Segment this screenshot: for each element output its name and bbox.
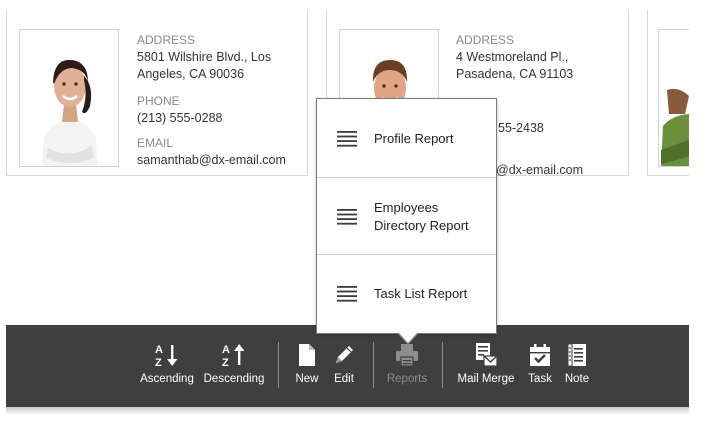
menu-item-label: Employees Directory Report: [374, 200, 469, 233]
email-label: EMAIL: [137, 136, 174, 150]
toolbar-separator: [278, 342, 279, 388]
menu-item-label: Task List Report: [374, 286, 468, 301]
svg-text:A: A: [155, 344, 163, 356]
note-label: Note: [564, 373, 590, 385]
calendar-check-icon: [524, 341, 556, 369]
reports-label: Reports: [386, 373, 428, 385]
employee-photo: [658, 29, 689, 167]
toolbar-shadow: [6, 407, 689, 415]
toolbar-separator: [442, 342, 443, 388]
note-button[interactable]: Note: [561, 341, 593, 391]
new-label: New: [295, 373, 319, 385]
pencil-icon: [328, 341, 360, 369]
mail-merge-label: Mail Merge: [457, 373, 515, 385]
toolbar-separator: [373, 342, 374, 388]
menu-item-profile-report[interactable]: Profile Report: [317, 119, 496, 159]
address-line-2: Angeles, CA 90036: [137, 67, 245, 81]
reports-popup-menu: Profile Report Employees Directory Repor…: [316, 98, 497, 334]
mail-merge-icon: [452, 341, 520, 369]
task-label: Task: [528, 373, 552, 385]
edit-button[interactable]: Edit: [328, 341, 360, 391]
menu-item-employees-directory-report[interactable]: Employees Directory Report: [317, 197, 496, 237]
ascending-button[interactable]: A Z Ascending: [139, 341, 195, 391]
sort-ascending-icon: A Z: [139, 341, 195, 369]
svg-text:Z: Z: [222, 357, 229, 368]
address-line-1: 5801 Wilshire Blvd., Los: [137, 50, 272, 64]
menu-divider: [317, 177, 496, 178]
new-document-icon: [290, 341, 324, 369]
svg-text:A: A: [222, 344, 230, 356]
ascending-label: Ascending: [140, 373, 194, 385]
new-button[interactable]: New: [290, 341, 324, 391]
email-value: samanthab@dx-email.com: [137, 153, 286, 167]
menu-item-label: Profile Report: [374, 131, 454, 146]
menu-divider: [317, 254, 496, 255]
email-value-partial: @dx-email.com: [496, 163, 584, 177]
address-line-2: Pasadena, CA 91103: [456, 67, 574, 81]
phone-label: PHONE: [137, 94, 180, 108]
employee-photo: [19, 29, 119, 167]
descending-button[interactable]: A Z Descending: [202, 341, 266, 391]
note-icon: [561, 341, 593, 369]
bottom-toolbar: A Z Ascending A Z Descending New Edit Re…: [6, 325, 689, 407]
mail-merge-button[interactable]: Mail Merge: [452, 341, 520, 391]
report-lines-icon: [317, 131, 374, 147]
employee-card[interactable]: [647, 10, 689, 176]
address-line-1: 4 Westmoreland Pl.,: [456, 50, 569, 64]
phone-value-partial: 55-2438: [498, 121, 544, 135]
employee-card[interactable]: ADDRESS 5801 Wilshire Blvd., Los Angeles…: [6, 10, 308, 176]
sort-descending-icon: A Z: [202, 341, 266, 369]
employee-info: ADDRESS 4 Westmoreland Pl., Pasadena, CA…: [456, 32, 626, 177]
printer-icon: [384, 341, 430, 369]
task-button[interactable]: Task: [524, 341, 556, 391]
reports-button[interactable]: Reports: [384, 341, 430, 391]
report-lines-icon: [317, 286, 374, 302]
menu-item-task-list-report[interactable]: Task List Report: [317, 274, 496, 314]
edit-label: Edit: [334, 373, 354, 385]
phone-value: (213) 555-0288: [137, 111, 223, 125]
popup-pointer-fill: [398, 332, 418, 343]
report-lines-icon: [317, 209, 374, 225]
descending-label: Descending: [203, 373, 265, 385]
employee-info: ADDRESS 5801 Wilshire Blvd., Los Angeles…: [137, 32, 307, 169]
address-label: ADDRESS: [456, 33, 515, 47]
address-label: ADDRESS: [137, 33, 196, 47]
svg-text:Z: Z: [155, 357, 162, 368]
